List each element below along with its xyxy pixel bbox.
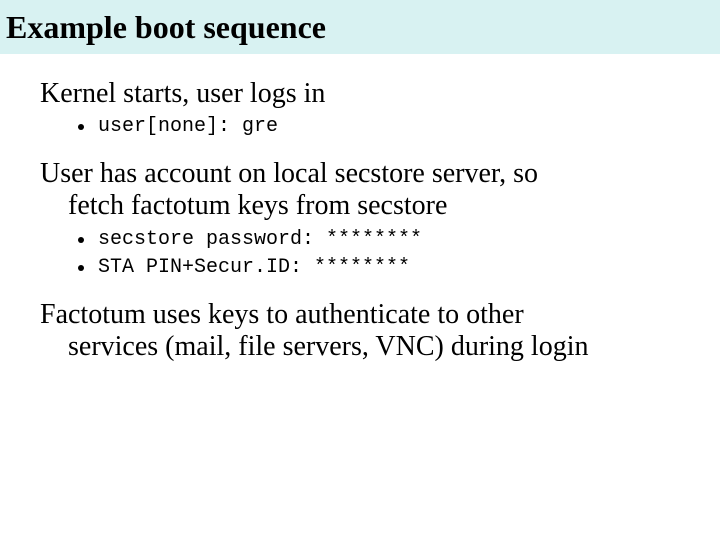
code-line: user[none]: gre [98,114,278,140]
bullet-text-line2: fetch factotum keys from secstore [40,190,720,222]
bullet-level2: user[none]: gre [78,114,720,140]
bullet-text-line1: Factotum uses keys to authenticate to ot… [40,299,524,330]
bullet-level1: Kernel starts, user logs in [40,78,720,110]
bullet-icon [78,124,84,130]
slide-body: Kernel starts, user logs in user[none]: … [0,54,720,363]
slide-title: Example boot sequence [6,9,326,46]
title-band: Example boot sequence [0,0,720,54]
bullet-level1: Factotum uses keys to authenticate to ot… [40,299,720,363]
slide: Example boot sequence Kernel starts, use… [0,0,720,540]
bullet-icon [78,265,84,271]
bullet-level2: STA PIN+Secur.ID: ******** [78,255,720,281]
bullet-level1: User has account on local secstore serve… [40,158,720,222]
code-line: STA PIN+Secur.ID: ******** [98,255,410,281]
bullet-icon [78,237,84,243]
code-line: secstore password: ******** [98,227,422,253]
bullet-text-line2: services (mail, file servers, VNC) durin… [40,331,720,363]
bullet-text-line1: User has account on local secstore serve… [40,158,538,189]
bullet-level2: secstore password: ******** [78,227,720,253]
